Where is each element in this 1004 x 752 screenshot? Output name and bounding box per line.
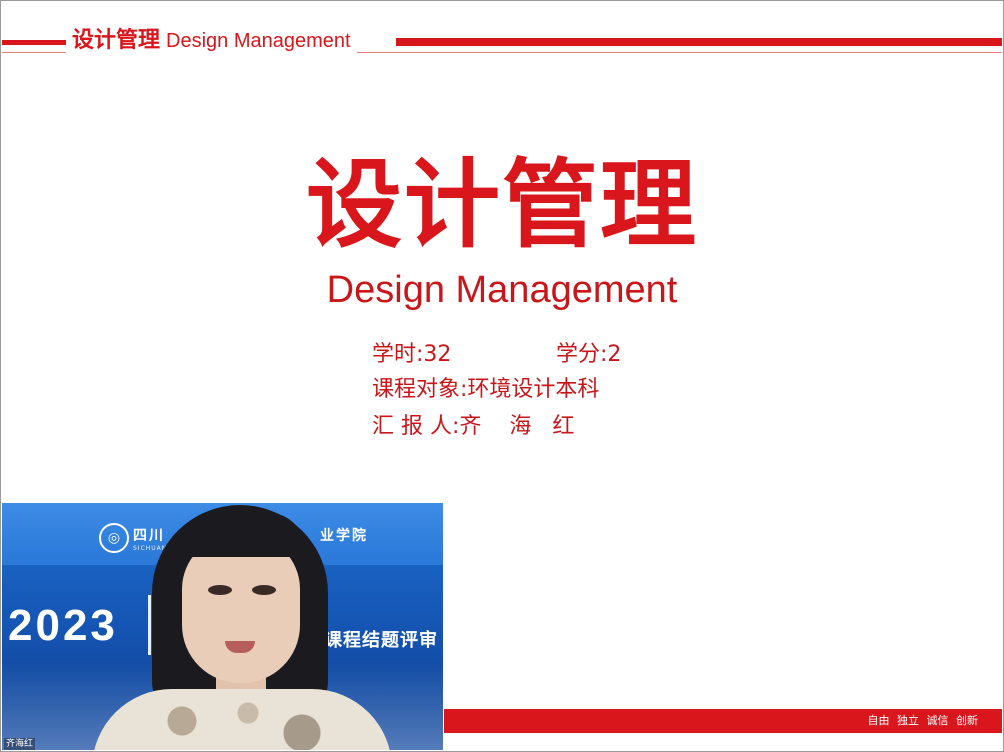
header-right-bar [396, 38, 1002, 46]
banner-course-title: 课程结题评审 [324, 630, 438, 651]
header-left-line [2, 40, 74, 45]
school-name-right: 业学院 [320, 528, 368, 544]
presenter-face [182, 535, 300, 683]
presenter-body [92, 689, 392, 750]
slide-subtitle: Design Management [326, 269, 678, 311]
participant-name-label: 齐海红 [4, 738, 36, 750]
banner-year: 2023 [8, 601, 118, 650]
school-emblem-icon: ◎ [99, 523, 129, 553]
presenter-eye-right [252, 585, 276, 595]
footer-motto: 自由 独立 诚信 创新 [867, 714, 979, 727]
banner-divider [148, 595, 151, 655]
school-name-left: 四川 [133, 528, 165, 544]
presenter-bangs [178, 513, 304, 557]
header-title-en: Design Management [166, 30, 351, 52]
header-title-cn: 设计管理 [72, 28, 161, 53]
info-presenter: 汇 报 人:齐 海 红 [372, 414, 575, 439]
info-credits: 学分:2 [556, 342, 622, 367]
info-audience: 课程对象:环境设计本科 [372, 377, 600, 402]
header-title: 设计管理 Design Management [66, 27, 357, 55]
presenter-eye-left [208, 585, 232, 595]
info-hours: 学时:32 [372, 342, 452, 367]
webcam-video[interactable]: ◎ 四川 SICHUAN 业学院 2023 课程结题评审 [2, 503, 443, 750]
slide-title: 设计管理 [306, 149, 698, 261]
